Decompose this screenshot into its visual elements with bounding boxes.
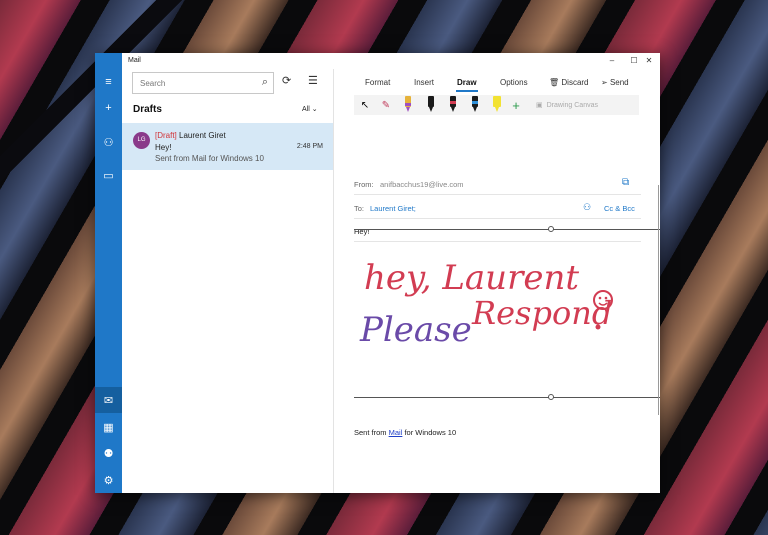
drawing-canvas-button[interactable]: ▣ Drawing Canvas [536,95,598,115]
to-recipient[interactable]: Laurent Giret; [370,204,416,213]
draw-toolbar: ↖ ✎ + ▣ Drawing Canvas [354,95,639,115]
tab-format[interactable]: Format [365,78,390,87]
folders-icon[interactable]: ▭ [95,162,122,188]
chevron-down-icon: ⌄ [311,106,318,113]
window-title: Mail [128,57,141,64]
message-preview: Sent from Mail for Windows 10 [155,154,264,163]
nav-rail: ≡ + ⚇ ▭ ✉ ▦ ⚉ ⚙ [95,53,122,493]
calendar-icon[interactable]: ▦ [95,414,122,440]
tab-options[interactable]: Options [500,78,528,87]
folder-title: Drafts [133,104,162,115]
settings-icon[interactable]: ⚙ [95,467,122,493]
signature-mail-link[interactable]: Mail [389,428,403,437]
black-pen-tool[interactable] [425,96,437,114]
add-pen-icon[interactable]: + [509,96,523,114]
canvas-icon: ▣ [536,102,543,109]
signature-suffix: for Windows 10 [402,428,457,437]
search-box[interactable]: Search ⌕ [132,72,274,94]
compose-pane: Format Insert Draw Options 🗑 Discard ➢ S… [335,69,660,493]
canvas-label: Drawing Canvas [546,101,598,109]
eraser-icon[interactable]: ✎ [379,96,393,114]
from-value[interactable]: anifbacchus19@live.com [380,180,464,189]
ink-line-2-please: Please [359,310,472,350]
send-button[interactable]: ➢ Send [601,78,629,87]
mail-window: ≡ + ⚇ ▭ ✉ ▦ ⚉ ⚙ Mail – ☐ ✕ Search ⌕ ⟳ ☰ … [95,53,660,493]
close-button[interactable]: ✕ [638,55,660,67]
discard-label: Discard [561,78,589,87]
tab-draw[interactable]: Draw [456,78,478,92]
filter-label: All [302,106,310,113]
avatar: LG [133,132,150,149]
search-placeholder: Search [140,79,166,88]
from-label: From: [354,180,374,189]
list-item[interactable]: LG [Draft] Laurent Giret Hey! Sent from … [122,123,333,170]
email-signature: Sent from Mail for Windows 10 [354,428,456,437]
send-label: Send [609,78,629,87]
from-row: From: anifbacchus19@live.com ⧉ [354,175,641,195]
minimize-button[interactable]: – [601,55,623,67]
message-list-pane: Search ⌕ ⟳ ☰ Drafts All ⌄ LG [Draft] Lau… [122,69,334,493]
select-objects-icon[interactable]: ↖ [358,96,372,114]
cc-bcc-button[interactable]: Cc & Bcc [604,204,635,213]
ink-line-2-respond: Respond [471,294,612,332]
new-mail-icon[interactable]: + [95,95,122,121]
yellow-highlighter-tool[interactable] [491,96,503,114]
people-icon[interactable]: ⚉ [95,440,122,466]
to-label: To: [354,204,365,213]
accounts-icon[interactable]: ⚇ [95,129,122,155]
message-time: 2:48 PM [296,143,323,150]
title-bar: Mail – ☐ ✕ [122,53,660,69]
red-pen-tool[interactable] [447,96,459,114]
message-sender-line: [Draft] Laurent Giret [155,131,226,140]
sync-icon[interactable]: ⟳ [282,74,291,87]
message-sender: Laurent Giret [179,131,226,140]
drawing-canvas[interactable]: hey, Laurent Please Respond [354,226,660,400]
signature-prefix: Sent from [354,428,389,437]
contacts-icon[interactable]: ⚇ [583,202,591,213]
ribbon-tabs: Format Insert Draw Options 🗑 Discard ➢ S… [335,77,660,93]
tab-insert[interactable]: Insert [414,78,434,87]
to-row: To: Laurent Giret; ⚇ Cc & Bcc [354,199,641,219]
ink-smiley-eye-left [598,296,602,300]
ink-smiley-eye-right [604,296,608,300]
ink-line-1: hey, Laurent [364,258,579,298]
trash-icon: 🗑 [549,78,560,87]
handwriting-ink: hey, Laurent Please Respond [359,258,613,350]
filter-dropdown[interactable]: All ⌄ [302,105,318,113]
blue-pen-tool[interactable] [469,96,481,114]
vertical-scrollbar[interactable] [658,185,659,415]
mail-icon[interactable]: ✉ [95,387,122,413]
popout-icon[interactable]: ⧉ [622,177,629,188]
search-icon[interactable]: ⌕ [262,76,268,89]
message-subject: Hey! [155,143,172,152]
purple-pen-tool[interactable] [402,96,414,114]
draft-tag: [Draft] [155,131,177,140]
hamburger-menu-icon[interactable]: ≡ [95,69,122,95]
selection-mode-icon[interactable]: ☰ [308,74,318,87]
discard-button[interactable]: 🗑 Discard [549,78,589,87]
ink-dot [595,324,601,330]
send-icon: ➢ [601,78,608,87]
